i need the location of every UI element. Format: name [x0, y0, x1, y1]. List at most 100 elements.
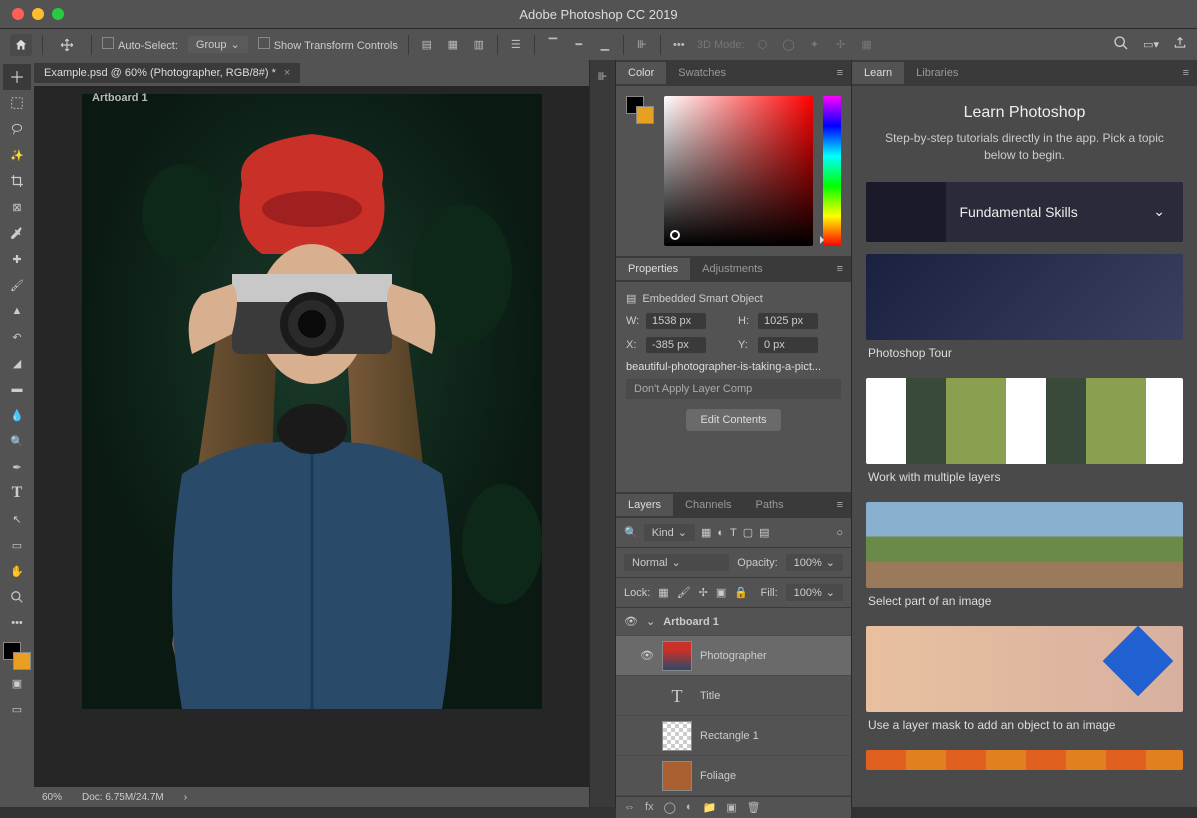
color-swatch[interactable] — [626, 96, 654, 124]
frame-tool[interactable]: ⊠ — [3, 194, 31, 220]
home-button[interactable] — [10, 34, 32, 56]
path-select-tool[interactable]: ↖ — [3, 506, 31, 532]
collapse-icon[interactable]: ⌄ — [646, 615, 655, 628]
auto-select-dropdown[interactable]: Group⌄ — [188, 36, 248, 53]
layer-name[interactable]: Rectangle 1 — [700, 730, 759, 742]
fx-icon[interactable]: fx — [645, 801, 654, 814]
tab-swatches[interactable]: Swatches — [666, 62, 738, 84]
healing-tool[interactable]: ✚ — [3, 246, 31, 272]
brush-tool[interactable]: 🖌 — [3, 272, 31, 298]
screen-mode-tool[interactable]: ▭ — [3, 696, 31, 722]
color-picker-field[interactable] — [664, 96, 813, 246]
opacity-field[interactable]: 100%⌄ — [786, 554, 843, 571]
marquee-tool[interactable] — [3, 90, 31, 116]
tab-learn[interactable]: Learn — [852, 62, 904, 84]
collapsed-panel-icon[interactable]: ⊪ — [598, 70, 608, 83]
history-brush-tool[interactable]: ↶ — [3, 324, 31, 350]
eyedropper-tool[interactable] — [3, 220, 31, 246]
dodge-tool[interactable]: 🔍 — [3, 428, 31, 454]
align-left-icon[interactable]: ▤ — [419, 37, 435, 53]
mask-icon[interactable]: ◯ — [664, 801, 676, 814]
layer-thumbnail[interactable]: T — [662, 681, 692, 711]
lasso-tool[interactable] — [3, 116, 31, 142]
new-layer-icon[interactable]: ▣ — [726, 801, 736, 814]
filter-icon[interactable]: 🔍 — [624, 526, 638, 539]
search-icon[interactable] — [1113, 35, 1129, 54]
artboard-label[interactable]: Artboard 1 — [92, 92, 148, 104]
layer-thumbnail[interactable] — [662, 641, 692, 671]
align-right-icon[interactable]: ▥ — [471, 37, 487, 53]
more-options-icon[interactable]: ••• — [671, 37, 687, 53]
panel-menu-icon[interactable]: ≡ — [837, 67, 851, 79]
doc-size[interactable]: Doc: 6.75M/24.7M — [82, 792, 164, 803]
layer-row[interactable]: 👁 Photographer — [616, 636, 851, 676]
group-icon[interactable]: 📁 — [703, 801, 717, 814]
screen-mode-icon[interactable]: ▭▾ — [1143, 38, 1159, 51]
align-bottom-icon[interactable]: ▁ — [597, 37, 613, 53]
lock-transparent-icon[interactable]: ▦ — [658, 586, 668, 599]
blend-mode-dropdown[interactable]: Normal⌄ — [624, 554, 729, 571]
layer-name[interactable]: Foliage — [700, 770, 736, 782]
stamp-tool[interactable]: ▲ — [3, 298, 31, 324]
width-field[interactable]: 1538 px — [646, 313, 706, 329]
filter-adjust-icon[interactable]: ◐ — [717, 527, 724, 539]
panel-menu-icon[interactable]: ≡ — [837, 263, 851, 275]
learn-category[interactable]: Fundamental Skills⌄ — [866, 182, 1183, 242]
learn-card[interactable]: Select part of an image — [866, 502, 1183, 614]
more-tools[interactable]: ••• — [3, 610, 31, 636]
tab-adjustments[interactable]: Adjustments — [690, 258, 775, 280]
link-layers-icon[interactable]: ⇔ — [624, 801, 635, 814]
filter-smart-icon[interactable]: ▤ — [759, 526, 769, 539]
layer-filter-dropdown[interactable]: Kind⌄ — [644, 524, 695, 541]
tab-properties[interactable]: Properties — [616, 258, 690, 280]
height-field[interactable]: 1025 px — [758, 313, 818, 329]
filter-toggle[interactable]: ○ — [836, 527, 843, 539]
learn-card[interactable]: Photoshop Tour — [866, 254, 1183, 366]
align-center-h-icon[interactable]: ▦ — [445, 37, 461, 53]
layer-row[interactable]: 👁 ⌄ Artboard 1 — [616, 608, 851, 636]
magic-wand-tool[interactable]: ✨ — [3, 142, 31, 168]
layer-row[interactable]: Foliage — [616, 756, 851, 796]
blur-tool[interactable]: 💧 — [3, 402, 31, 428]
layer-row[interactable]: Rectangle 1 — [616, 716, 851, 756]
canvas[interactable]: Artboard 1 — [34, 86, 589, 787]
status-chevron-icon[interactable]: › — [184, 792, 187, 803]
layer-comp-dropdown[interactable]: Don't Apply Layer Comp — [626, 379, 841, 399]
auto-select-checkbox[interactable]: Auto-Select: — [102, 37, 178, 52]
crop-tool[interactable] — [3, 168, 31, 194]
lock-artboard-icon[interactable]: ▣ — [716, 586, 726, 599]
filter-type-icon[interactable]: T — [730, 527, 737, 539]
layer-name[interactable]: Title — [700, 690, 720, 702]
lock-position-icon[interactable]: ✢ — [699, 586, 708, 599]
adjustment-icon[interactable]: ◐ — [686, 801, 693, 814]
layer-thumbnail[interactable] — [662, 721, 692, 751]
transform-controls-checkbox[interactable]: Show Transform Controls — [258, 37, 398, 52]
tab-libraries[interactable]: Libraries — [904, 62, 970, 84]
eraser-tool[interactable]: ◢ — [3, 350, 31, 376]
move-tool[interactable] — [3, 64, 31, 90]
lock-paint-icon[interactable]: 🖌 — [677, 586, 691, 599]
layer-name[interactable]: Photographer — [700, 650, 767, 662]
hue-slider[interactable] — [823, 96, 841, 246]
layer-name[interactable]: Artboard 1 — [663, 616, 719, 628]
learn-card[interactable]: Use a layer mask to add an object to an … — [866, 626, 1183, 738]
learn-card[interactable]: Work with multiple layers — [866, 378, 1183, 490]
fill-field[interactable]: 100%⌄ — [786, 584, 843, 601]
quick-mask-tool[interactable]: ▣ — [3, 670, 31, 696]
tab-color[interactable]: Color — [616, 62, 666, 84]
zoom-level[interactable]: 60% — [42, 792, 62, 803]
align-top-icon[interactable]: ▔ — [545, 37, 561, 53]
delete-icon[interactable]: 🗑 — [747, 801, 761, 814]
move-tool-opt-icon[interactable] — [53, 32, 81, 58]
edit-contents-button[interactable]: Edit Contents — [686, 409, 780, 431]
visibility-icon[interactable]: 👁 — [624, 615, 638, 628]
pen-tool[interactable]: ✒ — [3, 454, 31, 480]
type-tool[interactable]: T — [3, 480, 31, 506]
tab-channels[interactable]: Channels — [673, 494, 743, 516]
align-middle-icon[interactable]: ━ — [571, 37, 587, 53]
color-swatch-toolbar[interactable] — [3, 642, 31, 670]
panel-menu-icon[interactable]: ≡ — [1183, 67, 1197, 79]
visibility-icon[interactable]: 👁 — [640, 649, 654, 662]
filter-shape-icon[interactable]: ▢ — [743, 526, 753, 539]
lock-all-icon[interactable]: 🔒 — [734, 586, 748, 599]
